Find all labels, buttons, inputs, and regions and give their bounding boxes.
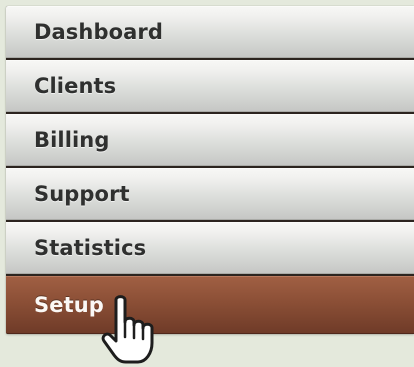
menu-item-support[interactable]: Support: [6, 168, 414, 220]
menu-item-setup[interactable]: Setup: [6, 276, 414, 334]
menu-item-label: Clients: [34, 74, 117, 98]
menu-item-label: Dashboard: [34, 20, 163, 44]
menu-item-label: Statistics: [34, 236, 147, 260]
menu-item-label: Billing: [34, 128, 110, 152]
menu-item-label: Support: [34, 182, 130, 206]
menu-item-statistics[interactable]: Statistics: [6, 222, 414, 274]
menu-item-label: Setup: [34, 293, 104, 317]
menu-item-dashboard[interactable]: Dashboard: [6, 6, 414, 58]
menu-item-clients[interactable]: Clients: [6, 60, 414, 112]
menu-item-billing[interactable]: Billing: [6, 114, 414, 166]
navigation-menu: Dashboard Clients Billing Support Statis…: [6, 6, 414, 334]
